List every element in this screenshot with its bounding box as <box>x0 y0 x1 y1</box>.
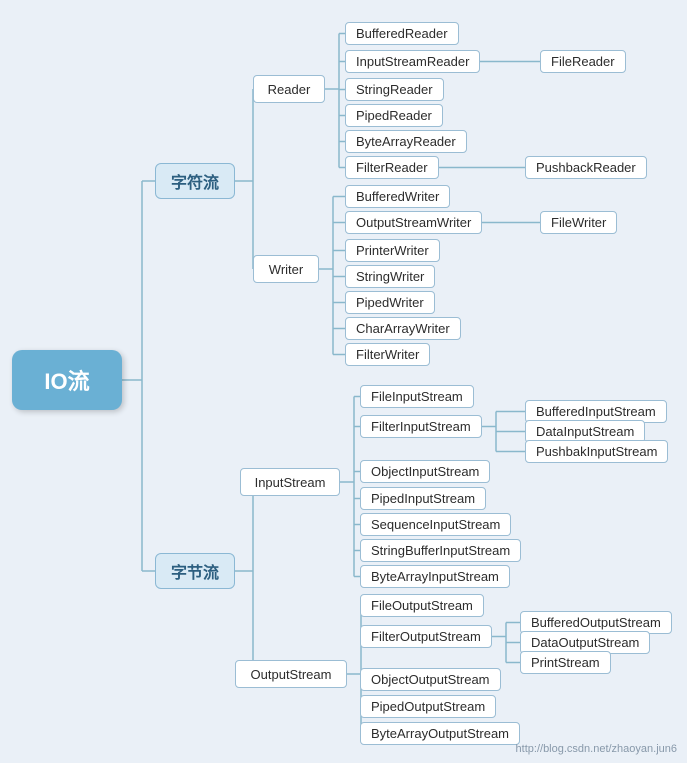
filereader-node: FileReader <box>540 50 626 73</box>
pipedoutputstream-node: PipedOutputStream <box>360 695 496 718</box>
filterreader-node: FilterReader <box>345 156 439 179</box>
printstream-node: PrintStream <box>520 651 611 674</box>
outputstreamwriter-node: OutputStreamWriter <box>345 211 482 234</box>
writer-node: Writer <box>253 255 319 283</box>
watermark: http://blog.csdn.net/zhaoyan.jun6 <box>516 743 677 755</box>
pipedinputstream-node: PipedInputStream <box>360 487 486 510</box>
root-label: IO流 <box>44 364 89 396</box>
pipedreader-node: PipedReader <box>345 104 443 127</box>
stringreader-node: StringReader <box>345 78 444 101</box>
bytestream-node: 字节流 <box>155 553 235 589</box>
bytestream-label: 字节流 <box>171 559 219 583</box>
filterinputstream-node: FilterInputStream <box>360 415 482 438</box>
printerwriter-node: PrinterWriter <box>345 239 440 262</box>
inputstreamreader-node: InputStreamReader <box>345 50 480 73</box>
charstream-label: 字符流 <box>171 169 219 193</box>
stringbufferinputstream-node: StringBufferInputStream <box>360 539 521 562</box>
reader-node: Reader <box>253 75 325 103</box>
bytearrayreader-node: ByteArrayReader <box>345 130 467 153</box>
mind-map: IO流 字符流 字节流 Reader Writer InputStream Ou… <box>0 0 687 763</box>
stringwriter-node: StringWriter <box>345 265 435 288</box>
reader-label: Reader <box>268 82 311 97</box>
inputstream-label: InputStream <box>255 475 326 490</box>
filterwriter-node: FilterWriter <box>345 343 430 366</box>
pushbakinputstream-node: PushbakInputStream <box>525 440 668 463</box>
fileoutputstream-node: FileOutputStream <box>360 594 484 617</box>
sequenceinputstream-node: SequenceInputStream <box>360 513 511 536</box>
objectoutputstream-node: ObjectOutputStream <box>360 668 501 691</box>
bytearrayinputstream-node: ByteArrayInputStream <box>360 565 510 588</box>
filteroutputstream-node: FilterOutputStream <box>360 625 492 648</box>
filewriter-node: FileWriter <box>540 211 617 234</box>
bytearrayoutputstream-node: ByteArrayOutputStream <box>360 722 520 745</box>
inputstream-node: InputStream <box>240 468 340 496</box>
charstream-node: 字符流 <box>155 163 235 199</box>
bufferedreader-node: BufferedReader <box>345 22 459 45</box>
outputstream-node: OutputStream <box>235 660 347 688</box>
pushbackreader-node: PushbackReader <box>525 156 647 179</box>
outputstream-label: OutputStream <box>251 667 332 682</box>
fileinputstream-node: FileInputStream <box>360 385 474 408</box>
pipedwriter-node: PipedWriter <box>345 291 435 314</box>
objectinputstream-node: ObjectInputStream <box>360 460 490 483</box>
root-node: IO流 <box>12 350 122 410</box>
writer-label: Writer <box>269 262 303 277</box>
bufferedwriter-node: BufferedWriter <box>345 185 450 208</box>
chararraywriter-node: CharArrayWriter <box>345 317 461 340</box>
